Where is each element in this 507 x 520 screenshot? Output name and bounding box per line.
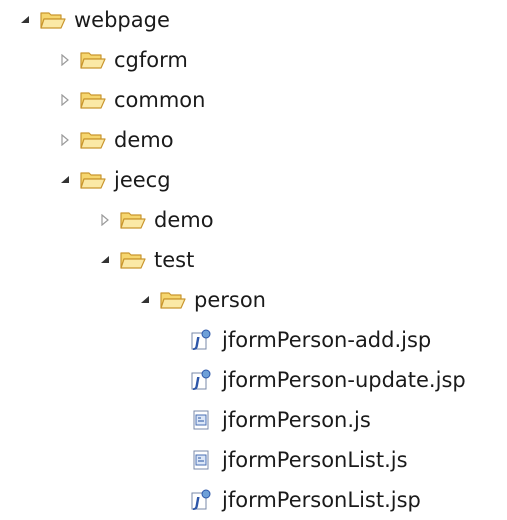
tree-file-item[interactable]: jformPersonList.js: [188, 440, 408, 480]
tree-item-label: jformPerson-add.jsp: [222, 327, 432, 352]
folder-open-icon: [80, 129, 106, 151]
tree-item-label: common: [114, 87, 206, 112]
expanded-arrow-icon[interactable]: [58, 173, 72, 187]
folder-open-icon: [80, 49, 106, 71]
js-file-icon: [188, 449, 214, 471]
jsp-file-icon: J: [188, 329, 214, 351]
tree-file-item[interactable]: jformPerson.js: [188, 400, 371, 440]
tree-item-label: demo: [114, 127, 174, 152]
jsp-file-icon: J: [188, 489, 214, 511]
tree-item-label: jformPerson-update.jsp: [222, 367, 466, 392]
jsp-file-icon: J: [188, 369, 214, 391]
tree-item-label: demo: [154, 207, 214, 232]
tree-folder-item[interactable]: webpage: [18, 0, 170, 40]
expanded-arrow-icon[interactable]: [138, 293, 152, 307]
tree-folder-item[interactable]: demo: [58, 120, 174, 160]
tree-item-label: cgform: [114, 47, 188, 72]
tree-folder-item[interactable]: person: [138, 280, 266, 320]
folder-open-icon: [40, 9, 66, 31]
tree-item-label: test: [154, 247, 195, 272]
collapsed-arrow-icon[interactable]: [98, 213, 112, 227]
tree-item-label: jformPersonList.js: [222, 447, 408, 472]
tree-folder-item[interactable]: test: [98, 240, 194, 280]
tree-item-label: jformPerson.js: [222, 407, 371, 432]
tree-item-label: webpage: [74, 7, 170, 32]
folder-open-icon: [120, 249, 146, 271]
tree-file-item[interactable]: JjformPerson-update.jsp: [188, 360, 466, 400]
tree-item-label: jformPersonList.jsp: [222, 487, 421, 512]
expanded-arrow-icon[interactable]: [98, 253, 112, 267]
tree-item-label: jeecg: [114, 167, 171, 192]
folder-open-icon: [80, 169, 106, 191]
collapsed-arrow-icon[interactable]: [58, 93, 72, 107]
tree-folder-item[interactable]: common: [58, 80, 205, 120]
folder-open-icon: [160, 289, 186, 311]
js-file-icon: [188, 409, 214, 431]
tree-folder-item[interactable]: demo: [98, 200, 214, 240]
tree-file-item[interactable]: JjformPersonList.jsp: [188, 480, 421, 520]
tree-item-label: person: [194, 287, 266, 312]
folder-open-icon: [120, 209, 146, 231]
collapsed-arrow-icon[interactable]: [58, 133, 72, 147]
tree-file-item[interactable]: JjformPerson-add.jsp: [188, 320, 431, 360]
expanded-arrow-icon[interactable]: [18, 13, 32, 27]
tree-folder-item[interactable]: cgform: [58, 40, 188, 80]
folder-open-icon: [80, 89, 106, 111]
collapsed-arrow-icon[interactable]: [58, 53, 72, 67]
tree-folder-item[interactable]: jeecg: [58, 160, 171, 200]
